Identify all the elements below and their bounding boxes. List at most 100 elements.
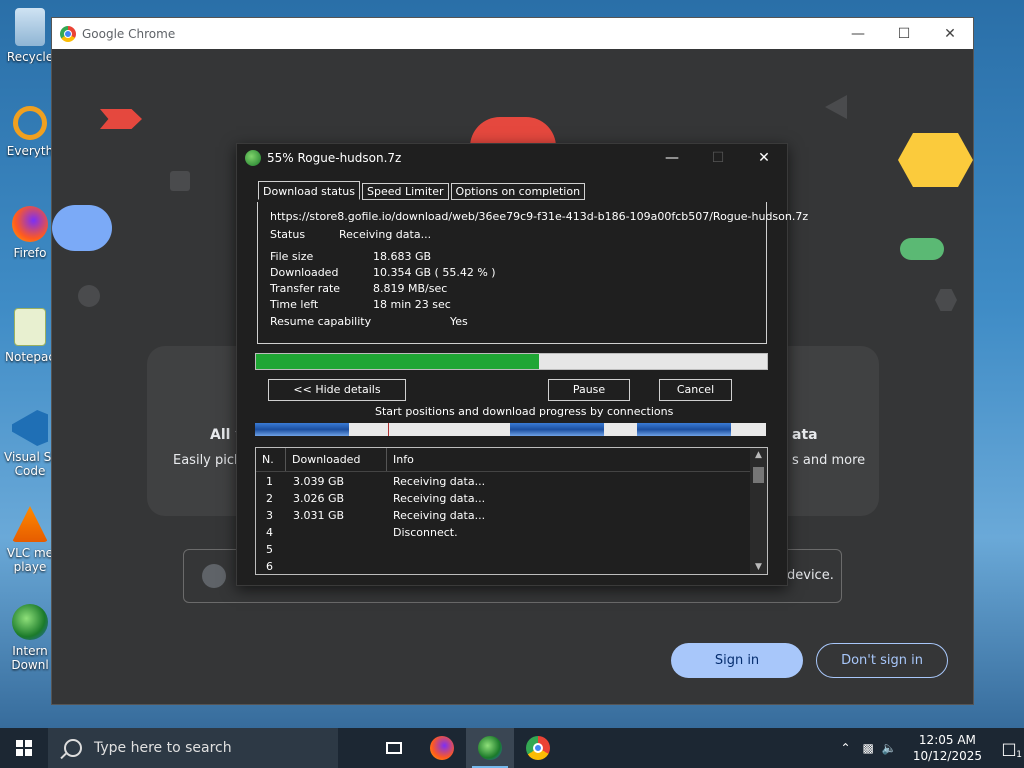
connection-segment-4: [637, 423, 731, 436]
resume-capability-label: Resume capability: [270, 315, 372, 328]
taskbar-chrome[interactable]: [514, 728, 562, 768]
task-view-icon: [386, 742, 402, 754]
device-row-text: device.: [787, 568, 834, 583]
minimize-button[interactable]: —: [649, 150, 695, 166]
time-left-value: 18 min 23 sec: [373, 298, 451, 311]
desktop-icon-label: Everyth: [6, 144, 54, 158]
pause-button[interactable]: Pause: [548, 379, 630, 401]
status-value: Receiving data...: [339, 228, 432, 241]
table-scrollbar[interactable]: ▲ ▼: [750, 448, 767, 574]
firefox-icon: [12, 206, 48, 242]
volume-muted-icon[interactable]: 🔈: [882, 741, 897, 755]
cell-downloaded: 3.026 GB: [293, 492, 345, 505]
notification-icon[interactable]: □ 1: [994, 739, 1024, 760]
network-icon[interactable]: ▩: [863, 741, 874, 755]
downloaded-label: Downloaded: [270, 266, 339, 279]
maximize-button[interactable]: ☐: [695, 150, 741, 166]
desktop-icon-idm[interactable]: Intern Downl: [2, 604, 58, 672]
desktop-icon-label: Recycle: [6, 50, 54, 64]
table-row[interactable]: 6: [256, 558, 767, 574]
hide-details-button[interactable]: << Hide details: [268, 379, 406, 401]
file-size-label: File size: [270, 250, 314, 263]
close-button[interactable]: ✕: [741, 150, 787, 166]
search-icon: [64, 739, 82, 757]
chrome-logo-icon: [60, 25, 76, 42]
idm-icon: [12, 604, 48, 640]
tab-speed-limiter[interactable]: Speed Limiter: [361, 183, 449, 200]
download-status-panel: https://store8.gofile.io/download/web/36…: [257, 202, 808, 344]
connection-segment-3: [510, 423, 604, 436]
clock[interactable]: 12:05 AM 10/12/2025: [913, 732, 982, 764]
table-row[interactable]: 1 3.039 GB Receiving data...: [256, 473, 767, 490]
gray-square-shape: [170, 171, 190, 191]
dialog-titlebar: 55% Rogue-hudson.7z — ☐ ✕: [237, 144, 787, 172]
search-placeholder: Type here to search: [94, 740, 232, 756]
taskbar-search-box[interactable]: Type here to search: [48, 728, 338, 768]
start-button[interactable]: [0, 728, 48, 768]
cell-number: 1: [266, 475, 273, 488]
desktop-icon-label: Notepac: [5, 350, 55, 364]
chrome-titlebar: Google Chrome — ☐ ✕: [52, 18, 973, 49]
desktop-icon-vscode[interactable]: Visual St Code: [2, 410, 58, 478]
column-header-downloaded[interactable]: Downloaded: [286, 448, 387, 471]
desktop-icon-firefox[interactable]: Firefo: [2, 206, 58, 260]
scroll-thumb[interactable]: [753, 467, 764, 483]
column-header-info[interactable]: Info: [387, 448, 742, 471]
cancel-button[interactable]: Cancel: [659, 379, 732, 401]
cell-info: [387, 558, 687, 574]
connections-progress-bar: [255, 423, 766, 436]
tab-download-status[interactable]: Download status: [258, 181, 360, 200]
table-row[interactable]: 3 3.031 GB Receiving data...: [256, 507, 767, 524]
cell-info: Receiving data...: [393, 509, 486, 522]
transfer-rate-value: 8.819 MB/sec: [373, 282, 448, 295]
scroll-down-icon[interactable]: ▼: [750, 562, 767, 572]
download-progress-bar: [255, 353, 768, 370]
desktop-icon-label: Intern: [12, 644, 48, 658]
desktop-icon-label-2: Downl: [11, 658, 49, 672]
taskbar-firefox[interactable]: [418, 728, 466, 768]
idm-icon: [478, 736, 502, 760]
scroll-up-icon[interactable]: ▲: [750, 450, 767, 460]
yellow-hexagon-shape: [898, 133, 973, 187]
task-view-button[interactable]: [370, 728, 418, 768]
minimize-button[interactable]: —: [835, 26, 881, 42]
sign-in-button[interactable]: Sign in: [671, 643, 803, 678]
close-button[interactable]: ✕: [927, 26, 973, 42]
connection-segment-1: [255, 423, 349, 436]
desktop-icon-recycle-bin[interactable]: Recycle: [2, 8, 58, 64]
clock-time: 12:05 AM: [918, 733, 976, 747]
notification-count-badge: 1: [1016, 749, 1022, 760]
download-url: https://store8.gofile.io/download/web/36…: [270, 210, 809, 223]
status-label: Status: [270, 228, 306, 241]
connections-caption: Start positions and download progress by…: [375, 405, 674, 418]
column-header-number[interactable]: N.: [256, 448, 286, 471]
cell-number: 2: [266, 492, 273, 505]
vlc-icon: [12, 506, 48, 542]
cell-downloaded: [286, 558, 387, 574]
cell-number: 5: [266, 543, 273, 556]
dont-sign-in-button[interactable]: Don't sign in: [816, 643, 948, 678]
file-size-value: 18.683 GB: [373, 250, 432, 263]
green-pill-shape: [900, 238, 944, 260]
taskbar-idm[interactable]: [466, 728, 514, 768]
firefox-icon: [430, 736, 454, 760]
desktop-icon-notepad[interactable]: Notepac: [2, 308, 58, 364]
table-row[interactable]: 4 Disconnect.: [256, 524, 767, 541]
gray-circle-shape: [78, 285, 100, 307]
everything-search-icon: [13, 106, 47, 140]
gray-triangle-shape: [825, 95, 847, 119]
cell-number: 3: [266, 509, 273, 522]
maximize-button[interactable]: ☐: [881, 26, 927, 42]
desktop-icon-everything[interactable]: Everyth: [2, 106, 58, 158]
windows-logo-icon: [16, 740, 32, 756]
table-row[interactable]: 2 3.026 GB Receiving data...: [256, 490, 767, 507]
tab-options-on-completion[interactable]: Options on completion: [450, 183, 586, 200]
idm-app-icon: [245, 150, 261, 166]
cell-downloaded: 3.031 GB: [293, 509, 345, 522]
desktop-icon-vlc[interactable]: VLC me playe: [2, 506, 58, 574]
cell-downloaded: [286, 541, 387, 558]
blue-pill-shape: [52, 205, 112, 251]
table-row[interactable]: 5: [256, 541, 767, 558]
chevron-up-icon[interactable]: ⌃: [840, 741, 850, 755]
desktop-icon-label: VLC me: [6, 546, 54, 560]
